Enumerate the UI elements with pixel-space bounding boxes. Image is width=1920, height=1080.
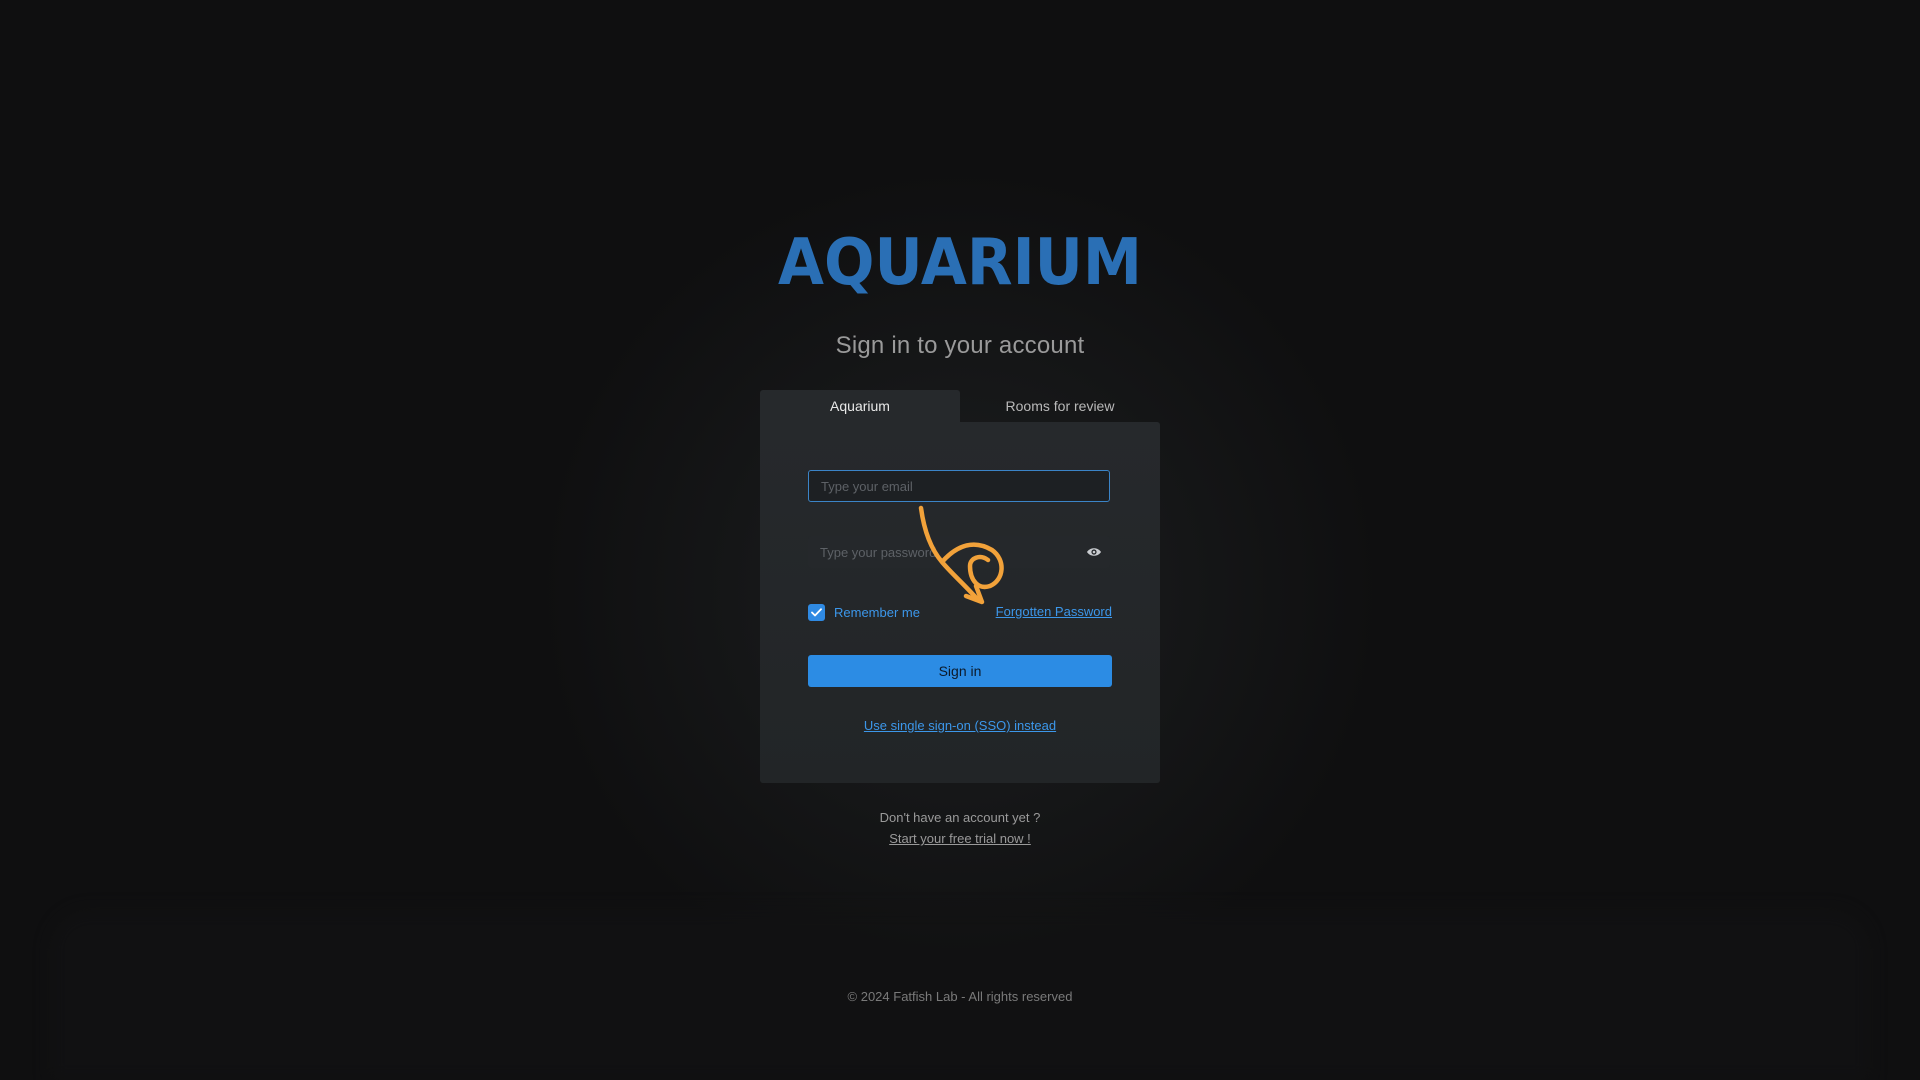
sso-link[interactable]: Use single sign-on (SSO) instead xyxy=(760,718,1160,733)
password-input[interactable] xyxy=(808,536,1068,568)
check-icon xyxy=(811,608,822,617)
aquarium-logo: AQUARIUM xyxy=(778,226,1142,294)
eye-icon[interactable] xyxy=(1086,545,1102,559)
page-title: Sign in to your account xyxy=(835,332,1085,359)
remember-label: Remember me xyxy=(834,605,920,620)
login-tabs: Aquarium Rooms for review xyxy=(760,390,1160,422)
tab-aquarium[interactable]: Aquarium xyxy=(760,390,960,422)
remember-checkbox[interactable] xyxy=(808,604,825,621)
login-page: AQUARIUM Sign in to your account Aquariu… xyxy=(0,0,1920,1080)
signup-prompt: Don't have an account yet ? xyxy=(879,810,1041,825)
password-field xyxy=(808,536,1110,568)
tab-rooms-for-review[interactable]: Rooms for review xyxy=(960,390,1160,422)
forgotten-password-link[interactable]: Forgotten Password xyxy=(996,604,1112,619)
sign-in-button[interactable]: Sign in xyxy=(808,655,1112,687)
logo-text: AQUARIUM xyxy=(778,226,1142,294)
signup-link-row: Start your free trial now ! xyxy=(0,831,1920,846)
email-input[interactable] xyxy=(808,470,1110,502)
login-card: Remember me Forgotten Password Sign in U… xyxy=(760,422,1160,783)
free-trial-link[interactable]: Start your free trial now ! xyxy=(889,831,1031,846)
remember-me[interactable]: Remember me xyxy=(808,604,920,621)
copyright-footer: © 2024 Fatfish Lab - All rights reserved xyxy=(847,989,1073,1004)
